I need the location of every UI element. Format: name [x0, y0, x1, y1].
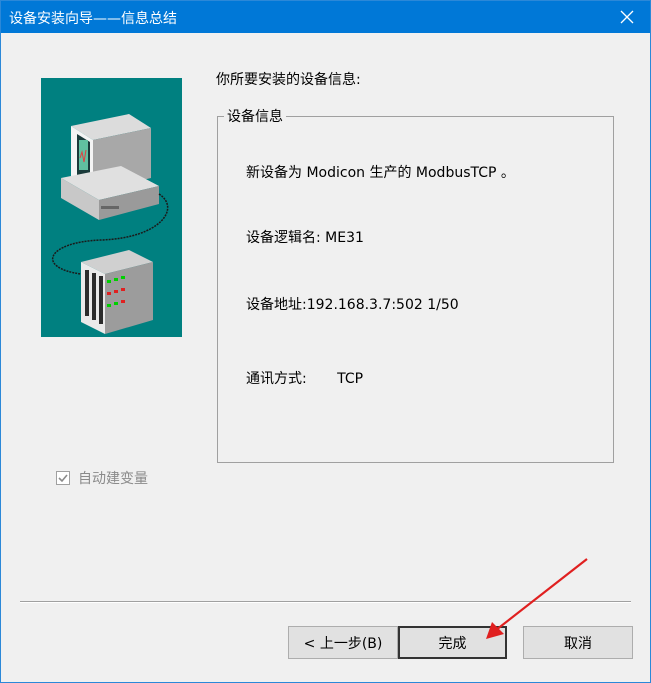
- back-button[interactable]: < 上一步(B): [288, 626, 398, 659]
- title-bar: 设备安装向导——信息总结: [1, 1, 650, 33]
- checkmark-icon: [58, 474, 68, 483]
- finish-button[interactable]: 完成: [398, 626, 507, 659]
- auto-create-variable-row: 自动建变量: [56, 468, 148, 488]
- groupbox-legend: 设备信息: [224, 106, 286, 126]
- comm-method-line: 通讯方式: TCP: [246, 368, 363, 388]
- computer-device-illustration: [41, 78, 182, 337]
- manufacturer-line: 新设备为 Modicon 生产的 ModbusTCP 。: [246, 165, 515, 181]
- close-button[interactable]: [604, 1, 650, 33]
- cancel-button[interactable]: 取消: [523, 626, 633, 659]
- logical-name-line: 设备逻辑名: ME31: [246, 230, 364, 246]
- button-separator: [20, 601, 631, 603]
- auto-create-variable-checkbox[interactable]: [56, 471, 70, 485]
- auto-create-variable-label: 自动建变量: [78, 471, 148, 487]
- page-heading: 你所要安装的设备信息:: [216, 72, 361, 88]
- comm-method-value: TCP: [337, 371, 364, 387]
- device-address-line: 设备地址:192.168.3.7:502 1/50: [246, 297, 459, 313]
- window-title: 设备安装向导——信息总结: [9, 11, 177, 27]
- close-icon: [620, 10, 634, 24]
- comm-method-label: 通讯方式:: [246, 371, 307, 387]
